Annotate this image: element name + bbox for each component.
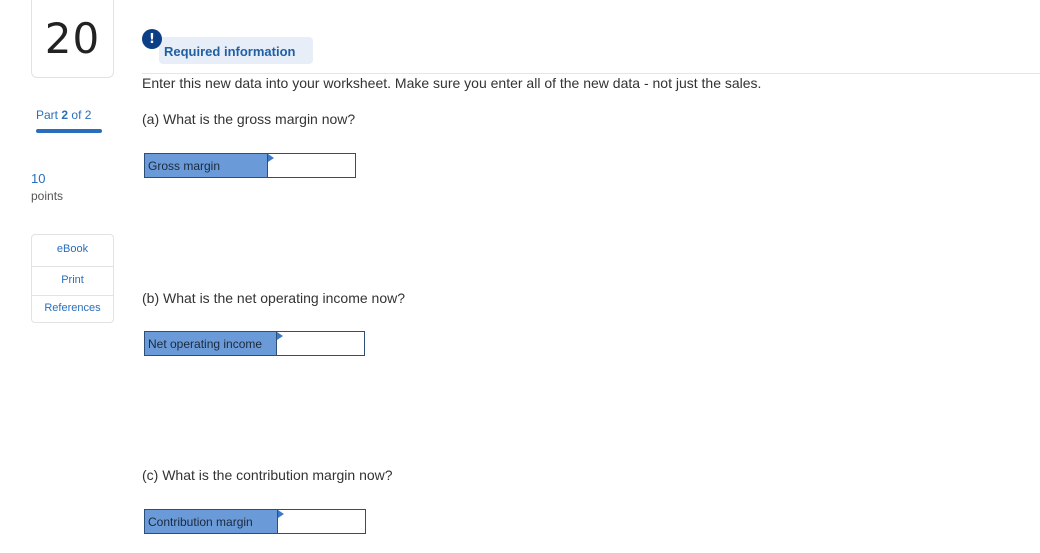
alert-icon: !: [142, 29, 162, 49]
contribution-margin-label: Contribution margin: [145, 510, 278, 533]
question-number: 20: [44, 14, 101, 63]
net-operating-income-cell: [277, 332, 364, 355]
required-info-label[interactable]: Required information: [164, 44, 295, 59]
net-operating-income-input[interactable]: [277, 332, 364, 355]
question-b-prompt: (b) What is the net operating income now…: [142, 290, 406, 306]
flag-icon: [277, 332, 283, 340]
points-value: 10: [31, 171, 46, 186]
question-c-prompt: (c) What is the contribution margin now?: [142, 467, 393, 483]
contribution-margin-cell: [278, 510, 365, 533]
tools-divider: [32, 295, 113, 296]
gross-margin-label: Gross margin: [145, 154, 268, 177]
part-current: 2: [61, 108, 69, 122]
question-number-box: 20: [31, 0, 114, 78]
contribution-margin-input[interactable]: [278, 510, 365, 533]
question-a-prompt: (a) What is the gross margin now?: [142, 111, 356, 127]
flag-icon: [278, 510, 284, 518]
instruction-text: Enter this new data into your worksheet.…: [142, 75, 762, 91]
contribution-margin-row: Contribution margin: [144, 509, 366, 534]
net-operating-income-row: Net operating income: [144, 331, 365, 356]
tools-panel: eBook Print References: [31, 234, 114, 323]
print-link[interactable]: Print: [32, 274, 113, 286]
gross-margin-cell: [268, 154, 355, 177]
header-divider: [142, 73, 1040, 74]
part-separator: of: [71, 108, 82, 122]
references-link[interactable]: References: [32, 302, 113, 314]
net-operating-income-label: Net operating income: [145, 332, 277, 355]
tools-divider: [32, 266, 113, 267]
part-progress-bar: [36, 129, 102, 133]
gross-margin-input[interactable]: [268, 154, 355, 177]
part-prefix: Part: [36, 108, 59, 122]
part-total: 2: [84, 108, 92, 122]
flag-icon: [268, 154, 274, 162]
points-label: points: [31, 189, 64, 203]
ebook-link[interactable]: eBook: [32, 243, 113, 255]
gross-margin-row: Gross margin: [144, 153, 356, 178]
part-indicator: Part 2 of 2: [36, 108, 91, 122]
